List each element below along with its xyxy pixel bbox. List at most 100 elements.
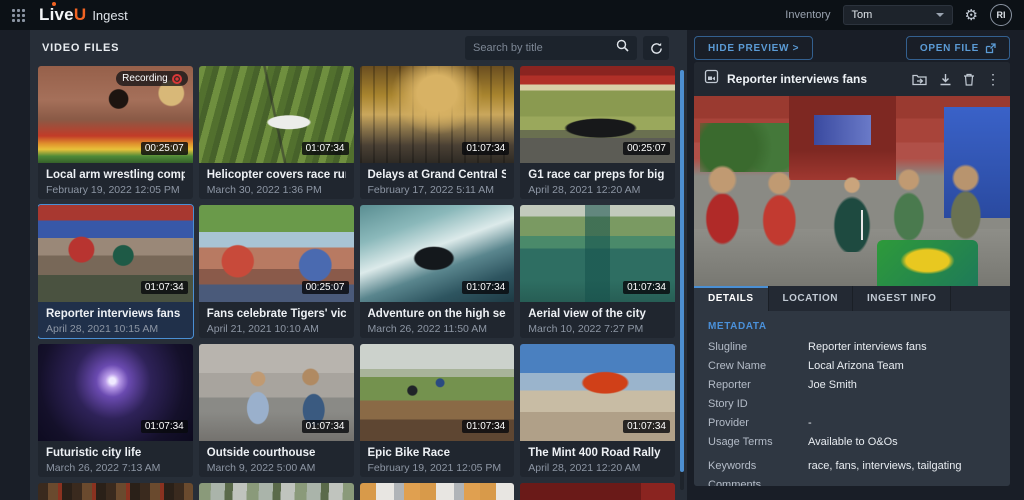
video-card[interactable]: 01:07:34 Outside courthouse March 9, 202… [199, 344, 354, 477]
video-card-partial[interactable] [38, 483, 193, 500]
metadata-label: Usage Terms [708, 436, 808, 448]
move-to-folder-icon[interactable] [912, 73, 928, 86]
video-card[interactable]: 01:07:34 Aerial view of the city March 1… [520, 205, 675, 338]
video-info: Adventure on the high seas March 26, 202… [360, 302, 515, 335]
video-info: G1 race car preps for big day April 28, … [520, 163, 675, 196]
preview-image [694, 96, 1010, 286]
video-title: Delays at Grand Central Station [368, 169, 507, 181]
files-panel-header: VIDEO FILES [30, 30, 687, 66]
top-bar: LiveU Ingest Inventory Tom ⚙ RI [0, 0, 1024, 30]
search-icon[interactable] [616, 39, 629, 57]
metadata-row: Provider - [708, 417, 996, 429]
video-date: March 26, 2022 11:50 AM [368, 323, 507, 335]
refresh-button[interactable] [643, 36, 669, 60]
video-date: March 10, 2022 7:27 PM [528, 323, 667, 335]
metadata-value: race, fans, interviews, tailgating [808, 460, 961, 472]
video-title: Adventure on the high seas [368, 308, 507, 320]
video-info: Delays at Grand Central Station February… [360, 163, 515, 196]
video-grid: Recording 00:25:07 Local arm wrestling c… [38, 66, 675, 500]
metadata-value: Reporter interviews fans [808, 341, 927, 353]
video-title: Aerial view of the city [528, 308, 667, 320]
delete-trash-icon[interactable] [963, 73, 975, 86]
video-thumbnail [38, 483, 193, 500]
video-info: Aerial view of the city March 10, 2022 7… [520, 302, 675, 335]
inventory-selected-value: Tom [852, 9, 873, 21]
video-title: Reporter interviews fans [46, 308, 185, 320]
metadata-label: Story ID [708, 398, 808, 410]
user-avatar[interactable]: RI [990, 4, 1012, 26]
metadata-row: Usage Terms Available to O&Os [708, 436, 996, 448]
hide-preview-button[interactable]: HIDE PREVIEW > [694, 36, 813, 60]
more-options-kebab-icon[interactable]: ⋮ [986, 72, 1000, 86]
video-date: April 28, 2021 10:15 AM [46, 323, 185, 335]
page-title: VIDEO FILES [42, 42, 119, 54]
video-card[interactable]: 01:07:34 Adventure on the high seas Marc… [360, 205, 515, 338]
duration-badge: 01:07:34 [141, 281, 188, 294]
video-date: April 21, 2021 10:10 AM [207, 323, 346, 335]
metadata-row: Keywords race, fans, interviews, tailgat… [708, 460, 996, 472]
metadata-row: Crew Name Local Arizona Team [708, 360, 996, 372]
liveu-logo: LiveU [39, 5, 86, 25]
video-date: March 9, 2022 5:00 AM [207, 462, 346, 474]
video-card[interactable]: 01:07:34 Epic Bike Race February 19, 202… [360, 344, 515, 477]
settings-gear-icon[interactable]: ⚙ [965, 8, 978, 23]
tab-ingest-info[interactable]: INGEST INFO [853, 286, 951, 311]
video-card-partial[interactable] [199, 483, 354, 500]
search-box [465, 36, 637, 60]
video-card[interactable]: Recording 00:25:07 Local arm wrestling c… [38, 66, 193, 199]
tab-details[interactable]: DETAILS [694, 286, 769, 311]
search-input[interactable] [473, 42, 616, 54]
product-name: Ingest [92, 8, 127, 23]
video-card[interactable]: 00:25:07 Fans celebrate Tigers' victory … [199, 205, 354, 338]
video-title: The Mint 400 Road Rally [528, 447, 667, 459]
video-info: Local arm wrestling competition February… [38, 163, 193, 196]
duration-badge: 01:07:34 [462, 420, 509, 433]
video-card[interactable]: 01:07:34 Delays at Grand Central Station… [360, 66, 515, 199]
metadata-list: Slugline Reporter interviews fans Crew N… [708, 341, 996, 486]
video-thumbnail [199, 483, 354, 500]
metadata-label: Crew Name [708, 360, 808, 372]
video-thumbnail [520, 483, 675, 500]
inventory-select[interactable]: Tom [843, 5, 953, 25]
metadata-section-header: METADATA [708, 321, 996, 332]
video-title: G1 race car preps for big day [528, 169, 667, 181]
duration-badge: 01:07:34 [623, 420, 670, 433]
video-files-panel: VIDEO FILES Recording 00:25:07 Local arm… [30, 30, 687, 500]
refresh-icon [650, 42, 663, 55]
chevron-down-icon [936, 13, 944, 17]
metadata-row: Comments [708, 479, 996, 486]
download-icon[interactable] [939, 73, 952, 86]
video-card[interactable]: 00:25:07 G1 race car preps for big day A… [520, 66, 675, 199]
video-date: February 19, 2021 12:05 PM [368, 462, 507, 474]
inventory-label: Inventory [785, 9, 830, 21]
app-launcher-icon[interactable] [12, 9, 25, 22]
duration-badge: 00:25:07 [623, 142, 670, 155]
video-card-partial[interactable] [520, 483, 675, 500]
external-link-icon [985, 43, 996, 54]
grid-scrollbar-thumb[interactable] [680, 70, 684, 472]
metadata-label: Comments [708, 479, 808, 486]
metadata-label: Keywords [708, 460, 808, 472]
tab-location[interactable]: LOCATION [769, 286, 853, 311]
recording-badge: Recording [116, 71, 188, 86]
logo-dot [52, 2, 56, 6]
open-file-button[interactable]: OPEN FILE [906, 36, 1010, 60]
video-card[interactable]: 01:07:34 The Mint 400 Road Rally April 2… [520, 344, 675, 477]
video-card-partial[interactable] [360, 483, 515, 500]
recording-dot-icon [172, 74, 182, 84]
video-title: Fans celebrate Tigers' victory [207, 308, 346, 320]
video-card[interactable]: 01:07:34 Futuristic city life March 26, … [38, 344, 193, 477]
video-card[interactable]: 01:07:34 Reporter interviews fans April … [38, 205, 193, 338]
duration-badge: 01:07:34 [141, 420, 188, 433]
video-info: Epic Bike Race February 19, 2021 12:05 P… [360, 441, 515, 474]
metadata-row: Reporter Joe Smith [708, 379, 996, 391]
video-date: February 19, 2022 12:05 PM [46, 184, 185, 196]
video-info: Fans celebrate Tigers' victory April 21,… [199, 302, 354, 335]
duration-badge: 01:07:34 [623, 281, 670, 294]
video-title: Epic Bike Race [368, 447, 507, 459]
video-card[interactable]: 01:07:34 Helicopter covers race runners … [199, 66, 354, 199]
metadata-value: Available to O&Os [808, 436, 898, 448]
video-title: Local arm wrestling competition [46, 169, 185, 181]
video-thumbnail [360, 483, 515, 500]
video-date: March 26, 2022 7:13 AM [46, 462, 185, 474]
